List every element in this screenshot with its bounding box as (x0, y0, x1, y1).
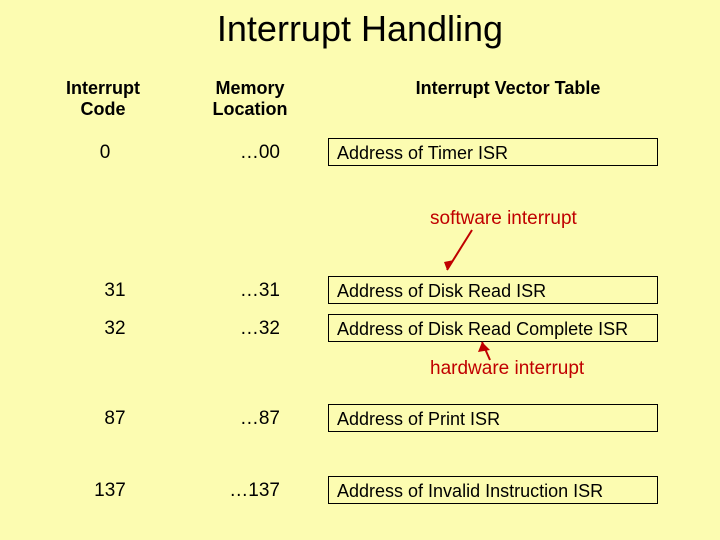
code-137: 137 (75, 480, 145, 502)
code-0: 0 (70, 142, 140, 164)
code-87: 87 (80, 408, 150, 430)
mem-32: …32 (210, 318, 280, 340)
arrow-software-icon (442, 230, 482, 280)
col-header-memory: Memory Location (195, 78, 305, 120)
addr-87: Address of Print ISR (328, 404, 658, 432)
mem-137: …137 (210, 480, 280, 502)
arrow-hardware-icon (470, 340, 510, 362)
addr-32: Address of Disk Read Complete ISR (328, 314, 658, 342)
col-header-code: Interrupt Code (48, 78, 158, 120)
addr-137: Address of Invalid Instruction ISR (328, 476, 658, 504)
mem-87: …87 (210, 408, 280, 430)
mem-31: …31 (210, 280, 280, 302)
page-title: Interrupt Handling (0, 8, 720, 50)
col-header-ivt: Interrupt Vector Table (368, 78, 648, 99)
annotation-software: software interrupt (430, 208, 577, 230)
code-31: 31 (80, 280, 150, 302)
addr-0: Address of Timer ISR (328, 138, 658, 166)
mem-0: …00 (210, 142, 280, 164)
code-32: 32 (80, 318, 150, 340)
addr-31: Address of Disk Read ISR (328, 276, 658, 304)
